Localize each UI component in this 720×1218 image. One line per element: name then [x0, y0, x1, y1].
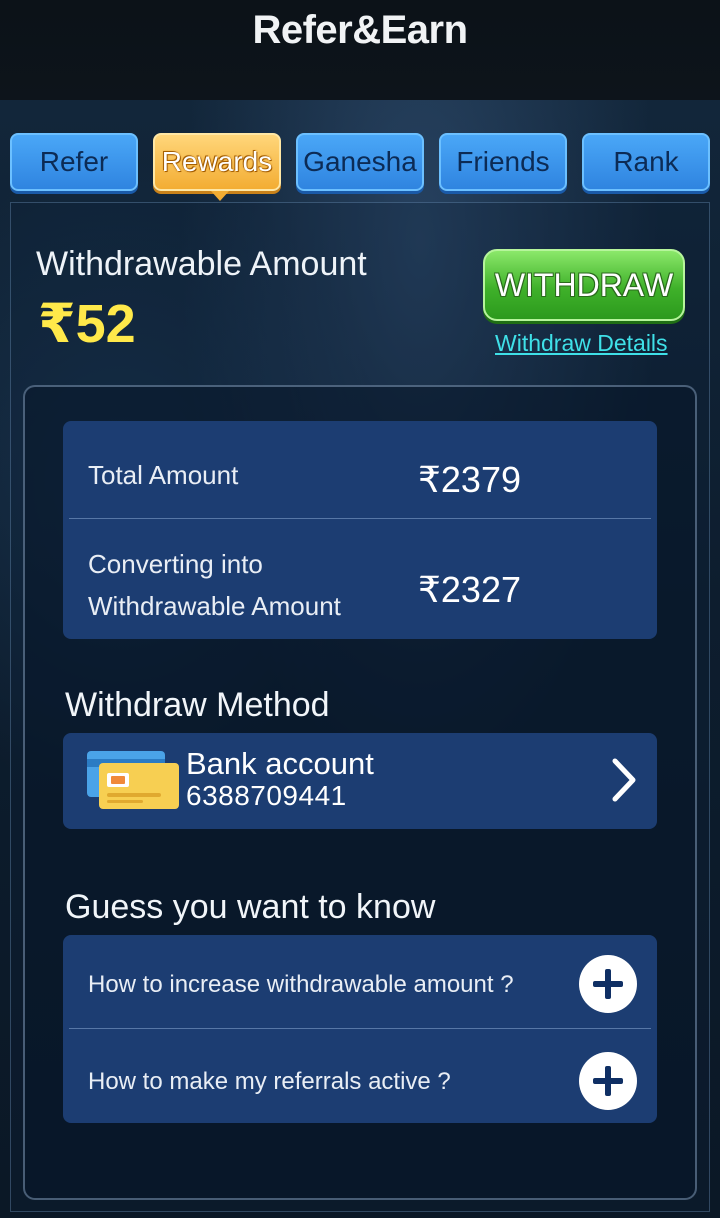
- bank-card-icon: [87, 751, 179, 809]
- faq-card: How to increase withdrawable amount ? Ho…: [63, 935, 657, 1123]
- tab-friends[interactable]: Friends: [439, 133, 567, 191]
- bank-name: Bank account: [186, 746, 374, 781]
- page-title: Refer&Earn: [252, 8, 468, 52]
- expand-plus-icon[interactable]: [579, 1052, 637, 1110]
- tab-bar: Refer Rewards Ganesha Friends Rank: [10, 133, 710, 201]
- total-amount-label: Total Amount: [88, 460, 239, 490]
- bank-account-row[interactable]: Bank account 6388709441: [63, 733, 657, 829]
- total-amount-value: ₹2379: [418, 459, 521, 500]
- tab-ganesha[interactable]: Ganesha: [296, 133, 424, 191]
- bank-account-number: 6388709441: [186, 780, 347, 811]
- withdraw-method-title: Withdraw Method: [65, 686, 330, 724]
- converting-label-line2: Withdrawable Amount: [88, 591, 341, 621]
- withdraw-details-link[interactable]: Withdraw Details: [495, 330, 677, 357]
- amounts-card: Total Amount ₹2379 Converting into Withd…: [63, 421, 657, 639]
- withdrawable-amount-value: ₹52: [38, 294, 136, 354]
- faq-divider: [69, 1028, 651, 1029]
- expand-plus-icon[interactable]: [579, 955, 637, 1013]
- converting-label-line1: Converting into: [88, 549, 263, 579]
- faq-question-1[interactable]: How to increase withdrawable amount ?: [88, 971, 514, 999]
- tab-rank[interactable]: Rank: [582, 133, 710, 191]
- withdrawable-amount-label: Withdrawable Amount: [36, 245, 367, 283]
- withdraw-button[interactable]: WITHDRAW: [483, 249, 685, 321]
- amounts-divider: [69, 518, 651, 519]
- converting-amount-value: ₹2327: [418, 569, 521, 610]
- chevron-right-icon[interactable]: [609, 755, 639, 805]
- faq-title: Guess you want to know: [65, 888, 436, 926]
- tab-refer[interactable]: Refer: [10, 133, 138, 191]
- app-header: Refer&Earn: [0, 0, 720, 100]
- faq-question-2[interactable]: How to make my referrals active ?: [88, 1068, 451, 1096]
- tab-rewards[interactable]: Rewards: [153, 133, 281, 201]
